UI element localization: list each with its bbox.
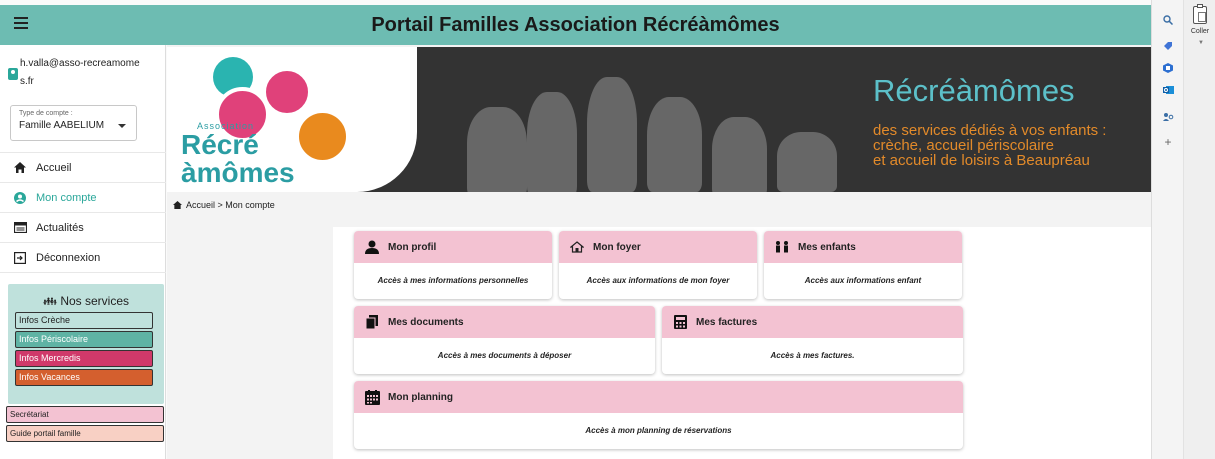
card-mes-factures[interactable]: Mes factures Accès à mes factures. bbox=[662, 306, 963, 374]
card-title: Mon foyer bbox=[593, 241, 641, 253]
paste-label[interactable]: Coller bbox=[1187, 28, 1213, 35]
child-silhouette bbox=[527, 92, 577, 192]
child-silhouette bbox=[777, 132, 837, 192]
logout-icon bbox=[12, 251, 28, 264]
breadcrumb[interactable]: Accueil > Mon compte bbox=[173, 200, 275, 210]
guide-button[interactable]: Guide portail famille bbox=[6, 425, 164, 442]
card-description: Accès aux informations de mon foyer bbox=[586, 276, 730, 285]
card-title: Mes factures bbox=[696, 316, 758, 328]
home-icon bbox=[12, 162, 28, 174]
documents-icon bbox=[364, 314, 380, 330]
children-icon bbox=[774, 239, 790, 255]
child-silhouette bbox=[467, 107, 527, 192]
logo-line1: Récré bbox=[181, 129, 259, 160]
newspaper-icon bbox=[12, 222, 28, 234]
banner-title: Récréàmômes bbox=[873, 73, 1075, 108]
chevron-down-icon[interactable]: ▼ bbox=[1198, 40, 1204, 46]
card-title: Mes enfants bbox=[798, 241, 856, 253]
card-mes-documents[interactable]: Mes documents Accès à mes documents à dé… bbox=[354, 306, 655, 374]
services-creche-button[interactable]: Infos Crèche bbox=[15, 312, 153, 329]
nav-label: Accueil bbox=[36, 161, 72, 174]
banner: Association Récré àmômes Récréàmômes des… bbox=[167, 47, 1151, 192]
child-silhouette bbox=[712, 117, 767, 192]
services-periscolaire-button[interactable]: Infos Périscolaire bbox=[15, 331, 153, 348]
page-title: Portail Familles Association Récréàmômes bbox=[371, 13, 780, 36]
main-area: Association Récré àmômes Récréàmômes des… bbox=[167, 45, 1156, 459]
account-circle-icon bbox=[12, 191, 28, 204]
card-title: Mes documents bbox=[388, 316, 464, 328]
secretariat-button[interactable]: Secrétariat bbox=[6, 406, 164, 423]
child-silhouette bbox=[587, 77, 637, 192]
services-title: 👪︎ Nos services bbox=[43, 294, 129, 308]
tag-icon[interactable] bbox=[1162, 40, 1174, 52]
user-email: h.valla@asso-recreamomes.fr bbox=[20, 58, 140, 87]
outlook-icon[interactable] bbox=[1162, 84, 1174, 96]
nav-label: Actualités bbox=[36, 221, 84, 234]
portal-app: Portail Familles Association Récréàmômes… bbox=[0, 0, 1156, 459]
nav-label: Mon compte bbox=[36, 191, 97, 204]
add-icon[interactable]: + bbox=[1162, 135, 1174, 149]
card-mon-profil[interactable]: Mon profil Accès à mes informations pers… bbox=[354, 231, 552, 299]
card-title: Mon profil bbox=[388, 241, 437, 253]
nav-list: Accueil Mon compte Actualités Déconnexio… bbox=[0, 152, 166, 273]
card-description: Accès à mes documents à déposer bbox=[437, 351, 572, 360]
office-sidebar: + bbox=[1151, 0, 1183, 459]
top-bar: Portail Familles Association Récréàmômes bbox=[0, 5, 1151, 45]
card-mon-foyer[interactable]: Mon foyer Accès aux informations de mon … bbox=[559, 231, 757, 299]
person-icon bbox=[364, 239, 380, 255]
services-mercredis-button[interactable]: Infos Mercredis bbox=[15, 350, 153, 367]
people-search-icon[interactable] bbox=[1162, 110, 1174, 122]
chevron-down-icon bbox=[118, 124, 126, 128]
calculator-icon bbox=[672, 314, 688, 330]
banner-subtitle: des services dédiés à vos enfants : crèc… bbox=[873, 122, 1107, 169]
account-type-value: Famille AABELIUM bbox=[19, 120, 105, 131]
services-panel: 👪︎ Nos services Infos Crèche Infos Péris… bbox=[8, 284, 164, 404]
card-title: Mon planning bbox=[388, 391, 453, 403]
paste-icon[interactable] bbox=[1193, 4, 1207, 24]
home-icon bbox=[173, 201, 182, 209]
account-type-select[interactable]: Type de compte : Famille AABELIUM bbox=[10, 105, 137, 141]
family-icon: 👪︎ bbox=[43, 296, 57, 308]
nav-item-deconnexion[interactable]: Déconnexion bbox=[0, 243, 166, 273]
nav-item-mon-compte[interactable]: Mon compte bbox=[0, 183, 166, 213]
child-silhouette bbox=[647, 97, 702, 192]
card-description: Accès à mes informations personnelles bbox=[377, 276, 529, 285]
menu-icon[interactable] bbox=[14, 17, 28, 29]
user-block: h.valla@asso-recreamomes.fr Type de comp… bbox=[0, 45, 165, 145]
sidebar: h.valla@asso-recreamomes.fr Type de comp… bbox=[0, 45, 166, 459]
card-description: Accès aux informations enfant bbox=[804, 276, 922, 285]
card-mes-enfants[interactable]: Mes enfants Accès aux informations enfan… bbox=[764, 231, 962, 299]
user-icon bbox=[8, 68, 18, 80]
nav-item-accueil[interactable]: Accueil bbox=[0, 153, 166, 183]
office-ribbon: Coller ▼ bbox=[1183, 0, 1215, 459]
logo-line2: àmômes bbox=[181, 157, 295, 188]
search-icon[interactable] bbox=[1162, 14, 1174, 26]
cards-area: Mon profil Accès à mes informations pers… bbox=[333, 227, 1156, 459]
nav-item-actualites[interactable]: Actualités bbox=[0, 213, 166, 243]
card-description: Accès à mon planning de réservations bbox=[585, 426, 732, 435]
office-icon[interactable] bbox=[1162, 62, 1174, 74]
services-vacances-button[interactable]: Infos Vacances bbox=[15, 369, 153, 386]
card-mon-planning[interactable]: Mon planning Accès à mon planning de rés… bbox=[354, 381, 963, 449]
card-description: Accès à mes factures. bbox=[770, 351, 855, 360]
calendar-icon bbox=[364, 389, 380, 405]
nav-label: Déconnexion bbox=[36, 251, 101, 264]
house-icon bbox=[569, 239, 585, 255]
account-type-label: Type de compte : bbox=[19, 110, 73, 117]
logo: Association Récré àmômes bbox=[167, 47, 417, 192]
